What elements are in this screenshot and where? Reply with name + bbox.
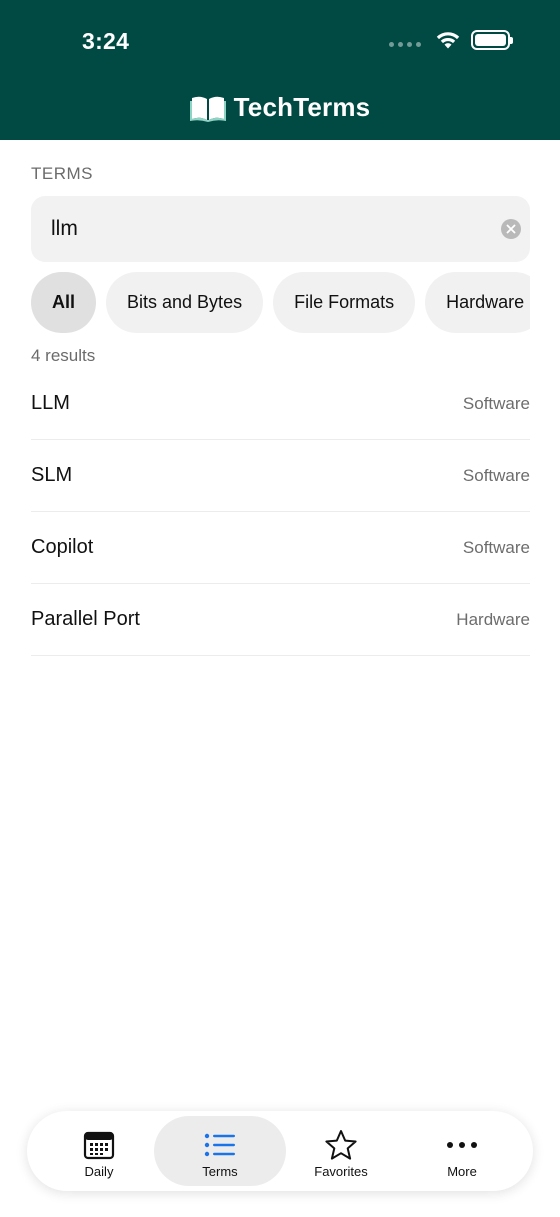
tab-favorites[interactable]: Favorites — [275, 1116, 407, 1186]
star-icon — [325, 1130, 357, 1160]
term-title: SLM — [31, 464, 73, 486]
section-label: TERMS — [31, 164, 93, 183]
term-category: Software — [462, 393, 530, 413]
list-item[interactable]: Parallel Port Hardware — [31, 584, 530, 656]
term-category: Software — [462, 465, 530, 485]
list-item[interactable]: Copilot Software — [31, 512, 530, 584]
filter-chip-bits-and-bytes[interactable]: Bits and Bytes — [106, 272, 264, 333]
tab-daily[interactable]: Daily — [33, 1116, 165, 1186]
app-title: TechTerms — [233, 92, 371, 122]
tab-more[interactable]: More — [396, 1116, 528, 1186]
list-icon — [204, 1133, 235, 1157]
tab-terms[interactable]: Terms — [154, 1116, 286, 1186]
more-icon — [447, 1142, 477, 1148]
tab-label: More — [447, 1164, 477, 1179]
filter-chip-hardware[interactable]: Hardware — [425, 272, 530, 333]
battery-icon — [471, 30, 513, 50]
calendar-icon — [83, 1131, 115, 1160]
status-time: 3:24 — [82, 28, 130, 54]
tab-label: Terms — [202, 1164, 238, 1179]
filter-chips: All Bits and Bytes File Formats Hardware — [31, 272, 530, 334]
wifi-icon — [436, 32, 460, 49]
term-title: Copilot — [31, 536, 94, 558]
tab-label: Daily — [84, 1164, 114, 1179]
brand: TechTerms — [0, 92, 560, 123]
term-category: Hardware — [456, 609, 530, 629]
tab-bar: Daily Terms Favorites More — [27, 1111, 533, 1191]
term-title: LLM — [31, 392, 70, 414]
clear-search-button[interactable] — [501, 219, 521, 239]
cellular-signal-icon — [389, 41, 421, 47]
search-box — [31, 196, 530, 262]
term-category: Software — [462, 537, 530, 557]
filter-chip-file-formats[interactable]: File Formats — [273, 272, 416, 333]
results-list: LLM Software SLM Software Copilot Softwa… — [31, 368, 530, 656]
search-input[interactable] — [51, 196, 491, 262]
list-item[interactable]: SLM Software — [31, 440, 530, 512]
filter-chip-all[interactable]: All — [31, 272, 97, 333]
open-book-icon — [189, 96, 226, 122]
results-count: 4 results — [31, 346, 96, 365]
app-header: 3:24 TechTerms — [0, 0, 560, 140]
close-icon — [506, 224, 516, 234]
list-item[interactable]: LLM Software — [31, 368, 530, 440]
tab-label: Favorites — [314, 1164, 368, 1179]
status-icons — [389, 30, 513, 50]
term-title: Parallel Port — [31, 608, 140, 630]
